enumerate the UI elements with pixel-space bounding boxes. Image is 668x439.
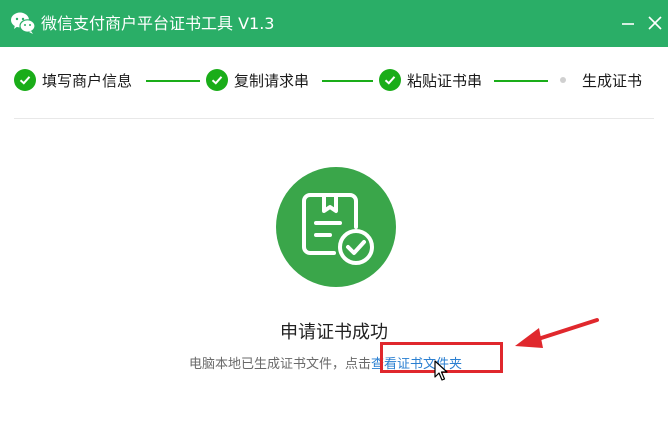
step-label: 生成证书 bbox=[582, 71, 643, 90]
check-circle-icon bbox=[206, 69, 228, 91]
check-circle-icon bbox=[14, 69, 36, 91]
close-button[interactable] bbox=[642, 10, 668, 36]
step-label: 填写商户信息 bbox=[42, 71, 133, 90]
certificate-check-icon bbox=[276, 167, 396, 287]
step-connector bbox=[494, 80, 548, 82]
wechat-logo-icon bbox=[11, 12, 36, 34]
step-paste-certificate: 粘贴证书串 bbox=[379, 68, 482, 92]
minimize-button[interactable] bbox=[615, 10, 641, 36]
step-connector bbox=[146, 80, 200, 82]
mouse-pointer-icon bbox=[434, 360, 448, 381]
title-bar: 微信支付商户平台证书工具 V1.3 bbox=[0, 0, 668, 47]
step-label: 粘贴证书串 bbox=[407, 71, 483, 90]
divider bbox=[14, 118, 654, 119]
app-title: 微信支付商户平台证书工具 V1.3 bbox=[41, 14, 275, 33]
step-connector bbox=[322, 80, 373, 82]
annotation-arrow-icon bbox=[515, 318, 599, 348]
check-circle-icon bbox=[379, 69, 401, 91]
description-text: 电脑本地已生成证书文件，点击 bbox=[189, 357, 372, 372]
minimize-icon bbox=[622, 23, 634, 25]
certificate-tool-window: 微信支付商户平台证书工具 V1.3 填写商户信息 复制请求串 粘贴证书串 生成证… bbox=[0, 0, 668, 439]
step-generate-certificate: 生成证书 bbox=[560, 68, 642, 92]
close-icon bbox=[648, 16, 662, 30]
progress-steps: 填写商户信息 复制请求串 粘贴证书串 生成证书 bbox=[0, 60, 668, 100]
step-dot-icon bbox=[560, 77, 566, 83]
step-fill-merchant-info: 填写商户信息 bbox=[14, 68, 132, 92]
step-label: 复制请求串 bbox=[234, 71, 310, 90]
step-copy-request: 复制请求串 bbox=[206, 68, 309, 92]
